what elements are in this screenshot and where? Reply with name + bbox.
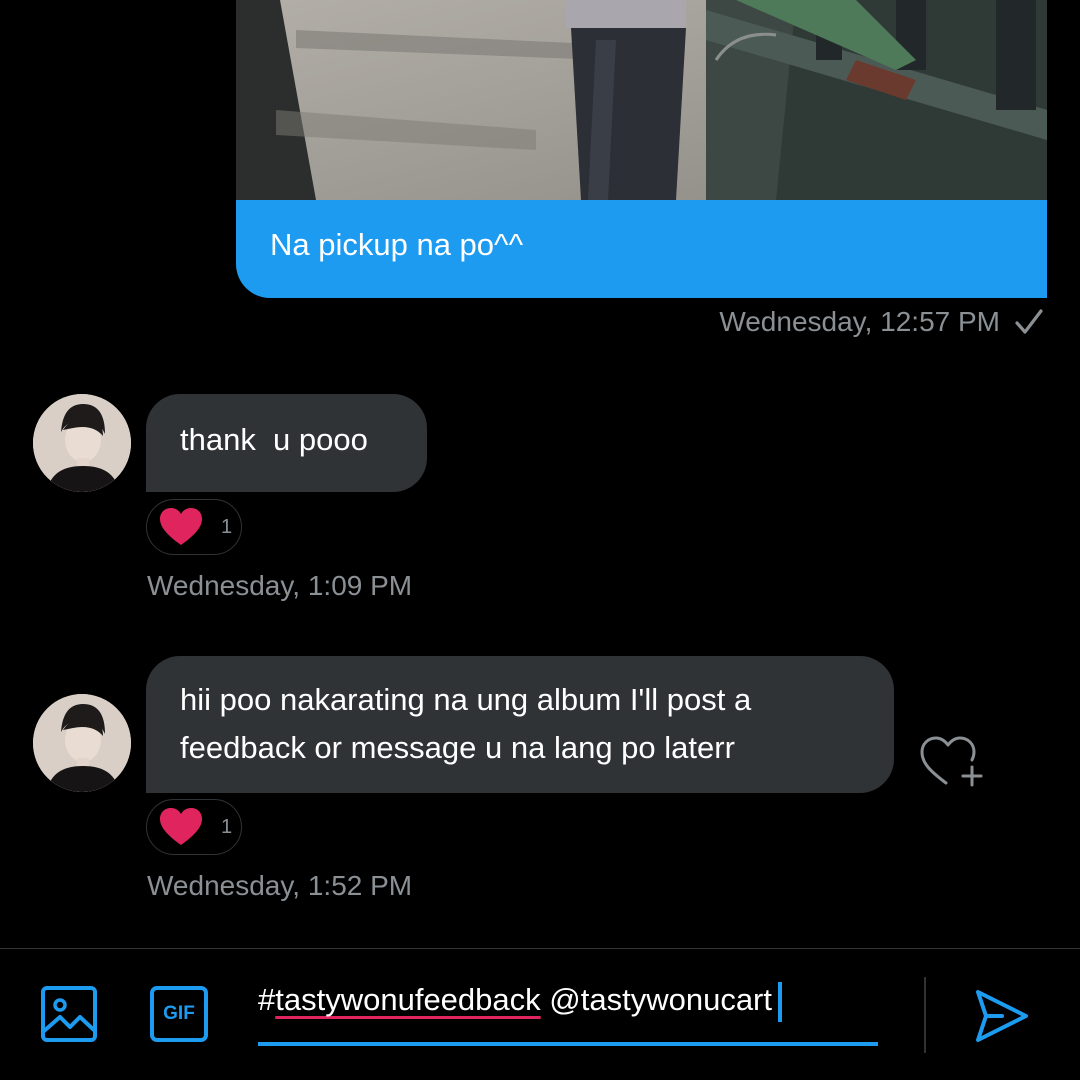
- text-caret: [778, 982, 782, 1022]
- heart-icon: [159, 507, 203, 547]
- message-text-line: feedback or message u na lang po laterr: [180, 730, 735, 765]
- outgoing-message-bubble[interactable]: Na pickup na po^^: [236, 200, 1047, 298]
- send-button[interactable]: [972, 986, 1032, 1046]
- input-value-prefix: #: [258, 982, 276, 1017]
- heart-icon: [159, 807, 203, 847]
- gif-label: GIF: [163, 1003, 195, 1024]
- reaction-pill[interactable]: 1: [146, 499, 242, 555]
- message-text: thank u pooo: [180, 422, 368, 457]
- message-input[interactable]: # tastywonufeedback @tastywonucart: [258, 980, 878, 1046]
- message-timestamp: Wednesday, 1:52 PM: [147, 870, 413, 901]
- reaction-pill[interactable]: 1: [146, 799, 242, 855]
- outgoing-message-meta: Wednesday, 12:57 PM: [719, 306, 1044, 338]
- message-timestamp: Wednesday, 12:57 PM: [719, 306, 1000, 337]
- image-icon[interactable]: [40, 985, 100, 1045]
- input-value-hashtag: tastywonufeedback: [275, 982, 541, 1017]
- reaction-count: 1: [221, 515, 233, 538]
- avatar[interactable]: [33, 394, 131, 492]
- gif-button[interactable]: GIF: [149, 985, 209, 1045]
- incoming-message-bubble[interactable]: thank u pooo: [146, 394, 427, 492]
- message-text-line: hii poo nakarating na ung album I'll pos…: [180, 682, 752, 717]
- message-text: Na pickup na po^^: [270, 227, 524, 262]
- photo-attachment[interactable]: [236, 0, 1047, 200]
- message-timestamp: Wednesday, 1:09 PM: [147, 570, 413, 601]
- avatar[interactable]: [33, 694, 131, 792]
- add-reaction-icon[interactable]: [918, 733, 986, 789]
- composer-divider: [0, 948, 1080, 949]
- reaction-count: 1: [221, 815, 233, 838]
- incoming-message-bubble[interactable]: hii poo nakarating na ung album I'll pos…: [146, 656, 894, 793]
- check-icon: [1014, 307, 1044, 337]
- composer-separator: [924, 977, 926, 1053]
- send-icon: [976, 990, 1028, 1042]
- input-value-mention: @tastywonucart: [540, 982, 772, 1017]
